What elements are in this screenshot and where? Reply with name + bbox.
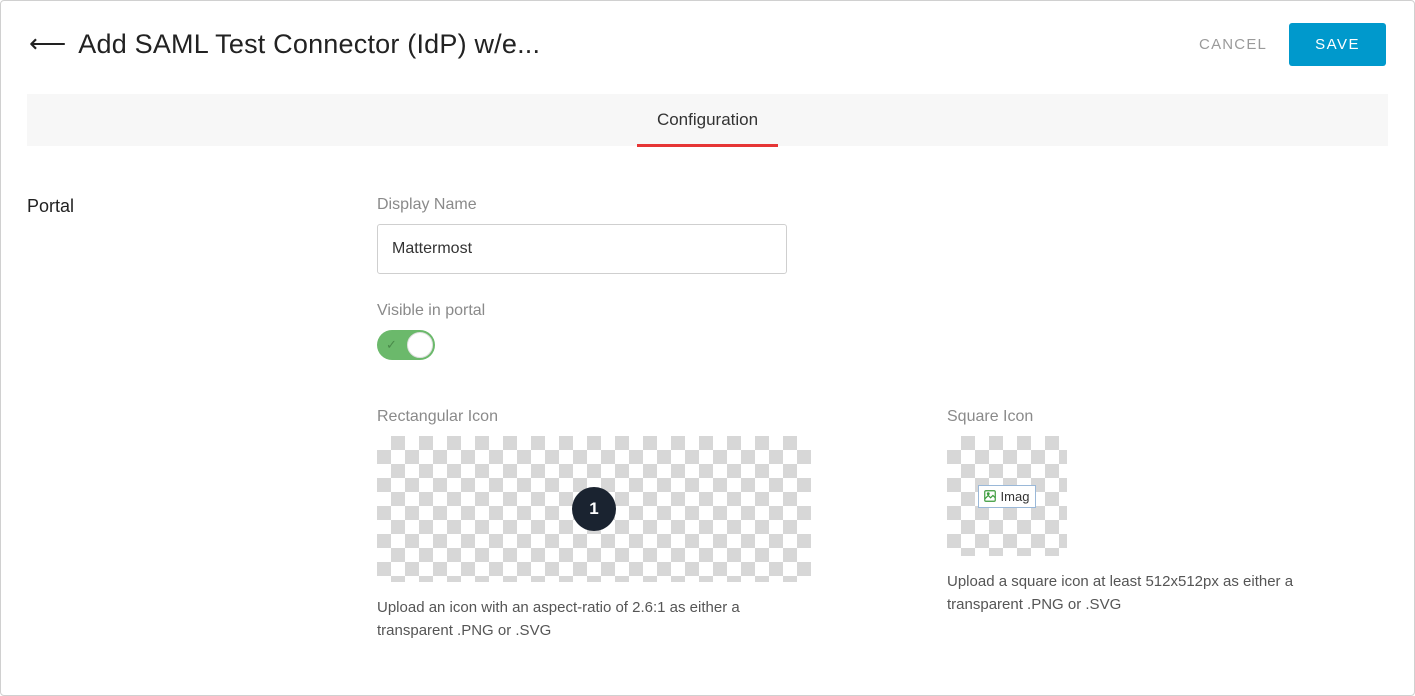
save-button[interactable]: SAVE xyxy=(1289,23,1386,66)
visible-in-portal-toggle[interactable]: ✓ xyxy=(377,330,435,360)
broken-image-placeholder: Imag xyxy=(978,485,1037,508)
visible-in-portal-label: Visible in portal xyxy=(377,302,947,320)
toggle-knob xyxy=(407,332,433,358)
tabs-bar: Configuration xyxy=(27,94,1388,146)
badge-number: 1 xyxy=(589,499,598,519)
page-header: ⟵ Add SAML Test Connector (IdP) w/e... C… xyxy=(1,1,1414,78)
header-actions: CANCEL SAVE xyxy=(1195,23,1386,66)
rectangular-icon-upload[interactable]: 1 xyxy=(377,436,811,582)
page-title: Add SAML Test Connector (IdP) w/e... xyxy=(78,29,540,60)
icons-row: Rectangular Icon 1 Upload an icon with a… xyxy=(377,408,1388,643)
square-icon-upload[interactable]: Imag xyxy=(947,436,1067,556)
content-area: Portal Display Name Visible in portal ✓ xyxy=(1,146,1414,643)
display-name-group: Display Name xyxy=(377,196,947,274)
config-page: ⟵ Add SAML Test Connector (IdP) w/e... C… xyxy=(0,0,1415,696)
square-icon-label: Square Icon xyxy=(947,408,1388,426)
checkmark-icon: ✓ xyxy=(386,337,397,353)
form-area: Display Name Visible in portal ✓ Rectang… xyxy=(377,196,1388,643)
broken-image-icon xyxy=(983,489,997,503)
display-name-label: Display Name xyxy=(377,196,947,214)
cancel-button[interactable]: CANCEL xyxy=(1195,26,1271,63)
tab-configuration[interactable]: Configuration xyxy=(637,94,778,146)
square-icon-group: Square Icon Imag xyxy=(947,408,1388,643)
section-label: Portal xyxy=(27,196,377,643)
rectangular-icon-badge: 1 xyxy=(572,487,616,531)
header-left: ⟵ Add SAML Test Connector (IdP) w/e... xyxy=(29,29,540,60)
square-icon-hint: Upload a square icon at least 512x512px … xyxy=(947,570,1347,617)
broken-image-alt: Imag xyxy=(1001,489,1030,504)
back-arrow-icon[interactable]: ⟵ xyxy=(29,30,66,56)
rectangular-icon-hint: Upload an icon with an aspect-ratio of 2… xyxy=(377,596,807,643)
visible-in-portal-group: Visible in portal ✓ xyxy=(377,302,947,360)
tab-label: Configuration xyxy=(657,110,758,130)
rectangular-icon-group: Rectangular Icon 1 Upload an icon with a… xyxy=(377,408,947,643)
display-name-input[interactable] xyxy=(377,224,787,274)
rectangular-icon-label: Rectangular Icon xyxy=(377,408,947,426)
